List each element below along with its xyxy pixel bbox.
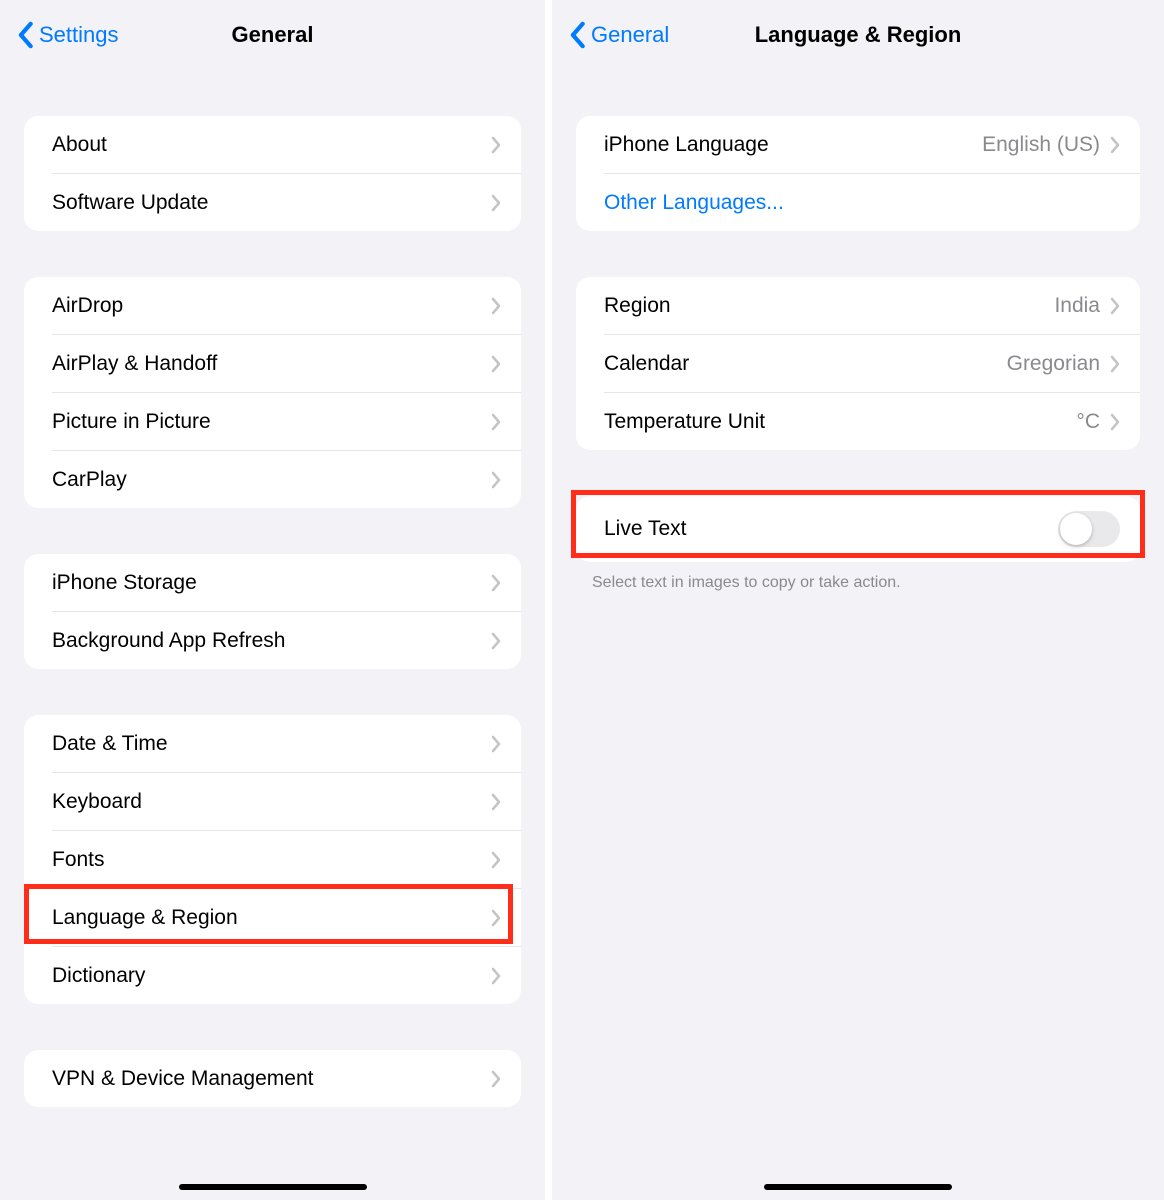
row-about[interactable]: About [24, 116, 521, 173]
chevron-right-icon [491, 355, 501, 373]
chevron-right-icon [491, 1070, 501, 1088]
back-to-settings-button[interactable]: Settings [18, 21, 119, 49]
row-date-time[interactable]: Date & Time [24, 715, 521, 772]
general-settings-screen: Settings General About Software Update A… [0, 0, 545, 1200]
row-label: CarPlay [52, 468, 491, 492]
home-indicator[interactable] [764, 1184, 952, 1190]
chevron-left-icon [570, 21, 587, 49]
row-label: Picture in Picture [52, 410, 491, 434]
row-label: Background App Refresh [52, 629, 491, 653]
row-language-region[interactable]: Language & Region [24, 889, 521, 946]
chevron-right-icon [1110, 355, 1120, 373]
back-label: Settings [39, 22, 119, 48]
chevron-right-icon [1110, 413, 1120, 431]
row-region[interactable]: Region India [576, 277, 1140, 334]
chevron-right-icon [491, 297, 501, 315]
chevron-right-icon [491, 735, 501, 753]
row-label: About [52, 133, 491, 157]
home-indicator[interactable] [179, 1184, 367, 1190]
row-fonts[interactable]: Fonts [24, 831, 521, 888]
chevron-right-icon [491, 574, 501, 592]
row-iphone-language[interactable]: iPhone Language English (US) [576, 116, 1140, 173]
chevron-right-icon [1110, 136, 1120, 154]
row-label: iPhone Storage [52, 571, 491, 595]
row-other-languages[interactable]: Other Languages... [576, 174, 1140, 231]
row-temperature-unit[interactable]: Temperature Unit °C [576, 393, 1140, 450]
row-label: Keyboard [52, 790, 491, 814]
language-region-screen: General Language & Region iPhone Languag… [552, 0, 1164, 1200]
group-vpn: VPN & Device Management [24, 1050, 521, 1107]
group-keyboard-region: Date & Time Keyboard Fonts Language & Re… [24, 715, 521, 1004]
chevron-right-icon [491, 851, 501, 869]
row-carplay[interactable]: CarPlay [24, 451, 521, 508]
row-picture-in-picture[interactable]: Picture in Picture [24, 393, 521, 450]
row-label: Software Update [52, 191, 491, 215]
row-airdrop[interactable]: AirDrop [24, 277, 521, 334]
row-label: Live Text [604, 517, 1058, 541]
row-background-app-refresh[interactable]: Background App Refresh [24, 612, 521, 669]
row-airplay-handoff[interactable]: AirPlay & Handoff [24, 335, 521, 392]
row-vpn-device-management[interactable]: VPN & Device Management [24, 1050, 521, 1107]
group-live-text: Live Text [576, 496, 1140, 562]
group-about: About Software Update [24, 116, 521, 231]
row-label: AirPlay & Handoff [52, 352, 491, 376]
group-language: iPhone Language English (US) Other Langu… [576, 116, 1140, 231]
group-region: Region India Calendar Gregorian Temperat… [576, 277, 1140, 450]
row-label: Temperature Unit [604, 410, 1076, 434]
nav-bar: General Language & Region [552, 0, 1164, 70]
group-airplay: AirDrop AirPlay & Handoff Picture in Pic… [24, 277, 521, 508]
row-value: English (US) [982, 133, 1100, 157]
toggle-knob [1060, 513, 1092, 545]
nav-bar: Settings General [0, 0, 545, 70]
chevron-right-icon [491, 194, 501, 212]
chevron-right-icon [491, 136, 501, 154]
chevron-right-icon [491, 471, 501, 489]
row-value: Gregorian [1007, 352, 1100, 376]
chevron-right-icon [491, 632, 501, 650]
row-value: India [1054, 294, 1100, 318]
row-label: Region [604, 294, 1054, 318]
chevron-right-icon [491, 413, 501, 431]
row-label: AirDrop [52, 294, 491, 318]
group-storage: iPhone Storage Background App Refresh [24, 554, 521, 669]
chevron-right-icon [491, 793, 501, 811]
chevron-right-icon [491, 967, 501, 985]
row-label: Language & Region [52, 906, 491, 930]
row-software-update[interactable]: Software Update [24, 174, 521, 231]
live-text-toggle[interactable] [1058, 511, 1120, 547]
chevron-right-icon [1110, 297, 1120, 315]
row-label: Calendar [604, 352, 1007, 376]
row-label: Date & Time [52, 732, 491, 756]
back-to-general-button[interactable]: General [570, 21, 669, 49]
chevron-left-icon [18, 21, 35, 49]
chevron-right-icon [491, 909, 501, 927]
row-dictionary[interactable]: Dictionary [24, 947, 521, 1004]
back-label: General [591, 22, 669, 48]
row-live-text[interactable]: Live Text [576, 496, 1140, 562]
row-label: Other Languages... [604, 191, 1120, 215]
row-label: Dictionary [52, 964, 491, 988]
row-label: Fonts [52, 848, 491, 872]
row-label: iPhone Language [604, 133, 982, 157]
row-calendar[interactable]: Calendar Gregorian [576, 335, 1140, 392]
live-text-footer: Select text in images to copy or take ac… [592, 574, 1124, 592]
row-iphone-storage[interactable]: iPhone Storage [24, 554, 521, 611]
row-value: °C [1076, 410, 1100, 434]
row-keyboard[interactable]: Keyboard [24, 773, 521, 830]
row-label: VPN & Device Management [52, 1067, 491, 1091]
screen-divider [545, 0, 552, 1200]
